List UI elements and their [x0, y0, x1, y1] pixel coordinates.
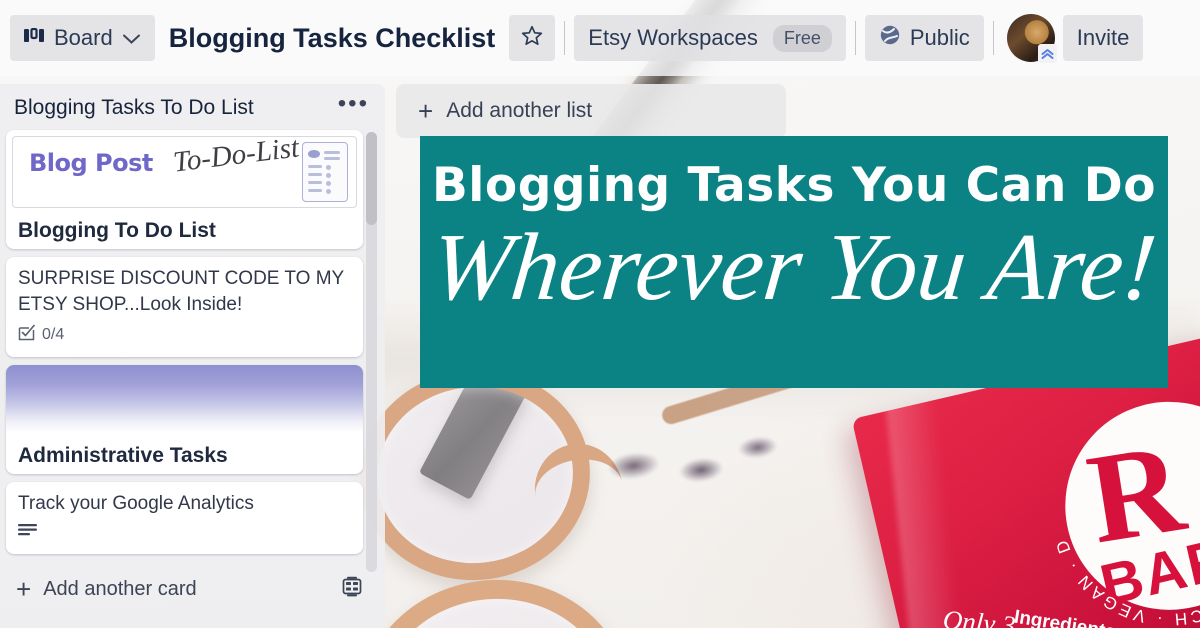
globe-icon: [879, 24, 901, 52]
list-header: Blogging Tasks To Do List •••: [0, 84, 385, 130]
visibility-button[interactable]: Public: [864, 15, 984, 61]
plus-icon: +: [418, 96, 434, 126]
toolbar-divider: [564, 21, 566, 55]
list-scrollbar-track[interactable]: [366, 132, 377, 572]
cover-brand-text: Blog Post: [29, 149, 153, 177]
board-view-label: Board: [54, 25, 113, 50]
promo-banner-headline: Blogging Tasks You Can Do: [431, 158, 1157, 213]
card-container: Blog Post To-Do-List Blogging To Do List…: [0, 130, 385, 554]
card-template-icon[interactable]: [341, 576, 363, 603]
plus-icon: +: [16, 574, 32, 605]
description-lines-icon: [18, 523, 37, 543]
card-title: Blogging To Do List: [18, 219, 216, 242]
star-icon: [520, 24, 544, 53]
checklist-icon: [18, 324, 35, 346]
list-title[interactable]: Blogging Tasks To Do List: [14, 96, 254, 120]
add-card-label: Add another card: [43, 577, 197, 600]
card-administrative-tasks[interactable]: Administrative Tasks: [6, 364, 363, 474]
card-surprise-discount-code[interactable]: SURPRISE DISCOUNT CODE TO MY ETSY SHOP..…: [6, 257, 363, 357]
board-view-button[interactable]: Board: [10, 15, 155, 61]
card-badges: 0/4: [6, 322, 363, 357]
checklist-count: 0/4: [42, 325, 65, 343]
promo-banner: Blogging Tasks You Can Do Wherever You A…: [420, 136, 1168, 388]
workspace-button[interactable]: Etsy Workspaces Free: [574, 15, 846, 61]
list-blogging-tasks-to-do-list: Blogging Tasks To Do List ••• Blog Post …: [0, 84, 385, 628]
board-columns-icon: [24, 25, 45, 51]
card-track-google-analytics[interactable]: Track your Google Analytics: [6, 481, 363, 554]
card-blogging-to-do-list[interactable]: Blog Post To-Do-List Blogging To Do List: [6, 130, 363, 250]
workspace-label: Etsy Workspaces: [588, 25, 758, 50]
add-another-list-button[interactable]: + Add another list: [396, 84, 786, 138]
chevrons-up-icon: [1037, 44, 1057, 63]
promo-banner-script-line: Wherever You Are!: [426, 213, 1162, 320]
toolbar-divider-2: [854, 21, 856, 55]
list-scrollbar-thumb[interactable]: [366, 132, 377, 225]
add-list-label: Add another list: [446, 99, 593, 122]
page-title: Blogging Tasks Checklist: [168, 22, 496, 53]
card-title: Administrative Tasks: [18, 443, 228, 467]
checklist-document-icon: [302, 142, 348, 202]
cover-script-text: To-Do-List: [171, 136, 301, 179]
card-title: SURPRISE DISCOUNT CODE TO MY ETSY SHOP..…: [18, 268, 344, 315]
card-cover-gradient: [6, 364, 363, 433]
visibility-label: Public: [909, 25, 970, 50]
ellipsis-icon[interactable]: •••: [338, 92, 369, 117]
card-badges: [6, 521, 363, 554]
workspace-plan-badge: Free: [772, 24, 832, 52]
card-cover-image: Blog Post To-Do-List: [12, 136, 357, 208]
card-title: Track your Google Analytics: [18, 492, 254, 514]
screenshot-root: R BAR SMALL BATCH · VEGAN · DAIRY FREE O…: [0, 0, 1200, 628]
invite-label: Invite: [1076, 25, 1130, 50]
avatar[interactable]: [1006, 14, 1057, 63]
invite-button[interactable]: Invite: [1062, 15, 1144, 61]
add-card-row[interactable]: + Add another card: [0, 562, 385, 603]
star-button[interactable]: [509, 15, 556, 61]
trello-top-bar: Board Blogging Tasks Checklist Etsy Work…: [0, 0, 1200, 76]
toolbar-divider-3: [992, 21, 994, 55]
chevron-down-icon: [122, 25, 141, 51]
